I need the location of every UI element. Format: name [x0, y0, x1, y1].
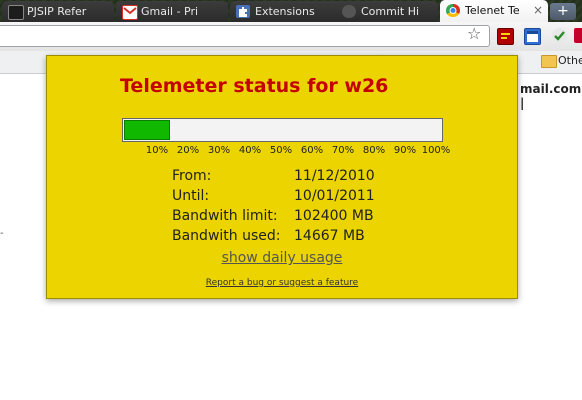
usage-progress-bar: [122, 118, 443, 142]
until-label: Until:: [172, 188, 210, 204]
usage-progress-fill: [124, 120, 170, 140]
bandwidth-limit-label: Bandwith limit:: [172, 208, 278, 224]
bookmark-star-icon[interactable]: ☆: [467, 24, 481, 43]
tab-label: Extensions: [255, 5, 315, 18]
gmail-icon: [122, 5, 138, 20]
new-tab-button[interactable]: +: [550, 3, 576, 20]
progress-tick-label: 30%: [207, 145, 231, 156]
pinterest-extension-icon[interactable]: [574, 28, 582, 43]
bandwidth-used-label: Bandwith used:: [172, 228, 281, 244]
browser-toolbar: ☆: [0, 22, 582, 51]
tab-label: Gmail - Pri: [141, 5, 199, 18]
tab-label: Telenet Te: [465, 4, 520, 17]
show-daily-usage-link[interactable]: show daily usage: [47, 250, 517, 266]
pjsip-icon: [8, 5, 24, 20]
tab-pjsip[interactable]: PJSIP Refer: [2, 1, 114, 22]
github-icon: [342, 5, 356, 18]
progress-tick-label: 80%: [362, 145, 386, 156]
tab-label: PJSIP Refer: [27, 5, 87, 18]
page-background-text: mail.com |: [520, 82, 582, 110]
report-bug-link[interactable]: Report a bug or suggest a feature: [47, 278, 517, 288]
checkmark-extension-icon[interactable]: [552, 28, 567, 43]
page-edge-fragment: -: [0, 228, 4, 239]
telemeter-extension-icon[interactable]: [497, 28, 514, 45]
from-label: From:: [172, 168, 212, 184]
tab-label: Commit Hi: [361, 5, 420, 18]
tab-gmail[interactable]: Gmail - Pri: [116, 1, 228, 22]
progress-tick-label: 10%: [145, 145, 169, 156]
until-value: 10/01/2011: [294, 188, 375, 204]
bandwidth-limit-value: 102400 MB: [294, 208, 374, 224]
calendar-extension-icon[interactable]: [524, 28, 541, 45]
popup-title: Telemeter status for w26: [120, 75, 389, 97]
close-tab-icon[interactable]: ×: [533, 3, 543, 17]
chrome-icon: [446, 4, 460, 17]
folder-icon: [541, 55, 557, 68]
progress-tick-label: 90%: [393, 145, 417, 156]
bandwidth-used-value: 14667 MB: [294, 228, 365, 244]
tab-extensions[interactable]: Extensions: [230, 1, 342, 22]
progress-tick-label: 50%: [269, 145, 293, 156]
tab-telenet[interactable]: Telenet Te ×: [440, 0, 548, 22]
from-value: 11/12/2010: [294, 168, 375, 184]
progress-tick-label: 20%: [176, 145, 200, 156]
address-bar[interactable]: [0, 25, 490, 47]
other-bookmarks-button[interactable]: Othe: [558, 54, 582, 67]
puzzle-icon: [236, 5, 250, 18]
progress-tick-label: 70%: [331, 145, 355, 156]
progress-tick-label: 40%: [238, 145, 262, 156]
telemeter-popup: Telemeter status for w26 10% 20% 30% 40% 50%…: [46, 55, 518, 299]
tab-commit-history[interactable]: Commit Hi: [336, 1, 438, 22]
progress-tick-label: 100%: [421, 145, 451, 156]
tab-strip: PJSIP Refer Gmail - Pri Extensions Commi…: [0, 0, 582, 22]
progress-tick-label: 60%: [300, 145, 324, 156]
